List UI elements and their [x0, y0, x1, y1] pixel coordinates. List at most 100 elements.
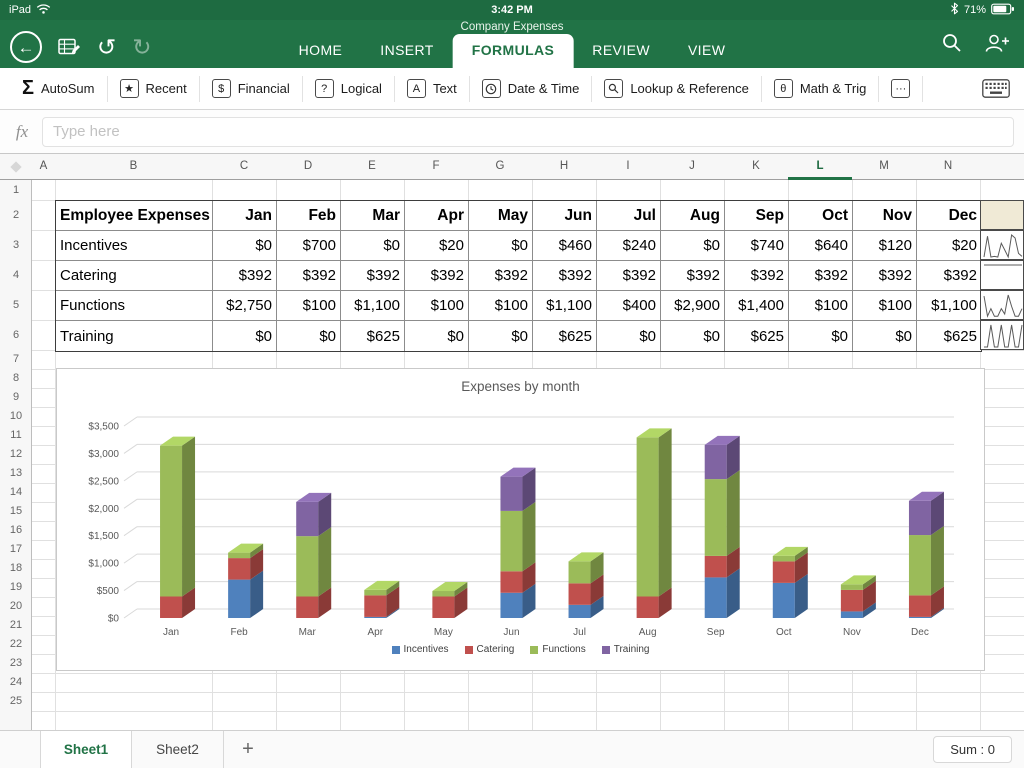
row-header-23[interactable]: 23 [0, 654, 32, 673]
table-cell[interactable]: Training [56, 321, 213, 351]
sparkline-cell[interactable] [980, 260, 1024, 290]
table-cell[interactable]: Oct [789, 201, 853, 231]
table-cell[interactable]: $625 [533, 321, 597, 351]
column-header-L[interactable]: L [788, 154, 852, 180]
table-cell[interactable]: $392 [341, 261, 405, 291]
table-cell[interactable]: $625 [725, 321, 789, 351]
table-cell[interactable]: $0 [405, 321, 469, 351]
ribbon-tab-view[interactable]: VIEW [669, 34, 744, 68]
sheet-tab-sheet2[interactable]: Sheet2 [132, 731, 224, 768]
row-header-12[interactable]: 12 [0, 445, 32, 464]
row-header-24[interactable]: 24 [0, 673, 32, 692]
row-header-22[interactable]: 22 [0, 635, 32, 654]
table-cell[interactable]: $1,100 [341, 291, 405, 321]
function-button-more-functions[interactable]: ··· [879, 68, 922, 109]
column-header-H[interactable]: H [532, 154, 596, 180]
table-cell[interactable]: May [469, 201, 533, 231]
row-header-11[interactable]: 11 [0, 426, 32, 445]
table-cell[interactable]: $100 [853, 291, 917, 321]
function-button-autosum[interactable]: ΣAutoSum [10, 68, 107, 109]
table-cell[interactable]: Sep [725, 201, 789, 231]
row-header-16[interactable]: 16 [0, 521, 32, 540]
column-header-G[interactable]: G [468, 154, 532, 180]
table-cell[interactable]: $0 [597, 321, 661, 351]
column-header-K[interactable]: K [724, 154, 788, 180]
table-cell[interactable]: $700 [277, 231, 341, 261]
table-cell[interactable]: $0 [341, 231, 405, 261]
back-button[interactable]: ← [10, 31, 42, 63]
table-cell[interactable]: $20 [405, 231, 469, 261]
table-cell[interactable]: Nov [853, 201, 917, 231]
sparkline-cell[interactable] [980, 290, 1024, 320]
column-header-E[interactable]: E [340, 154, 404, 180]
table-cell[interactable]: $2,750 [213, 291, 277, 321]
formula-input[interactable] [42, 117, 1014, 147]
table-cell[interactable]: $392 [533, 261, 597, 291]
add-sheet-button[interactable]: + [224, 731, 272, 768]
row-header-14[interactable]: 14 [0, 483, 32, 502]
table-cell[interactable]: $0 [789, 321, 853, 351]
function-button-date-time[interactable]: Date & Time [470, 68, 592, 109]
table-cell[interactable]: $0 [213, 231, 277, 261]
table-cell[interactable]: Jan [213, 201, 277, 231]
row-header-21[interactable]: 21 [0, 616, 32, 635]
table-cell[interactable]: $392 [789, 261, 853, 291]
table-cell[interactable]: Incentives [56, 231, 213, 261]
row-header-15[interactable]: 15 [0, 502, 32, 521]
table-cell[interactable]: $625 [341, 321, 405, 351]
function-button-lookup-reference[interactable]: Lookup & Reference [592, 68, 761, 109]
sheet-tab-sheet1[interactable]: Sheet1 [40, 731, 132, 768]
row-header-19[interactable]: 19 [0, 578, 32, 597]
table-cell[interactable]: $100 [405, 291, 469, 321]
table-cell[interactable]: $100 [789, 291, 853, 321]
table-cell[interactable]: $100 [469, 291, 533, 321]
table-cell[interactable]: $0 [661, 231, 725, 261]
column-header-M[interactable]: M [852, 154, 916, 180]
row-header-9[interactable]: 9 [0, 388, 32, 407]
sparkline-cell[interactable] [980, 230, 1024, 260]
function-button-logical[interactable]: ?Logical [303, 68, 394, 109]
keyboard-button[interactable] [978, 79, 1014, 98]
sum-indicator[interactable]: Sum : 0 [933, 736, 1012, 763]
function-button-text[interactable]: AText [395, 68, 469, 109]
spreadsheet-grid[interactable]: ABCDEFGHIJKLMN12345678910111213141516171… [0, 154, 1024, 730]
row-header-3[interactable]: 3 [0, 230, 32, 260]
column-header-A[interactable]: A [32, 154, 55, 180]
expenses-chart[interactable]: Expenses by month$0$500$1,000$1,500$2,00… [56, 368, 985, 671]
table-cell[interactable]: Catering [56, 261, 213, 291]
table-cell[interactable]: $0 [469, 231, 533, 261]
table-cell[interactable]: $392 [213, 261, 277, 291]
table-cell[interactable]: $1,100 [533, 291, 597, 321]
table-cell[interactable]: Feb [277, 201, 341, 231]
table-cell[interactable]: Jun [533, 201, 597, 231]
search-button[interactable] [941, 32, 963, 54]
row-header-10[interactable]: 10 [0, 407, 32, 426]
column-header-J[interactable]: J [660, 154, 724, 180]
table-cell[interactable]: $100 [277, 291, 341, 321]
row-header-20[interactable]: 20 [0, 597, 32, 616]
ribbon-tab-formulas[interactable]: FORMULAS [453, 34, 574, 68]
table-cell[interactable]: Jul [597, 201, 661, 231]
function-button-math-trig[interactable]: θMath & Trig [762, 68, 878, 109]
table-cell[interactable]: $400 [597, 291, 661, 321]
column-header-C[interactable]: C [212, 154, 276, 180]
table-cell[interactable]: $0 [213, 321, 277, 351]
redo-button[interactable]: ↻ [132, 36, 151, 59]
table-cell[interactable]: $740 [725, 231, 789, 261]
row-header-4[interactable]: 4 [0, 260, 32, 290]
table-cell[interactable]: $392 [853, 261, 917, 291]
row-header-7[interactable]: 7 [0, 350, 32, 369]
table-cell[interactable]: $392 [469, 261, 533, 291]
ribbon-tab-review[interactable]: REVIEW [573, 34, 669, 68]
table-cell[interactable]: $460 [533, 231, 597, 261]
add-people-button[interactable] [983, 32, 1010, 54]
column-header-N[interactable]: N [916, 154, 980, 180]
column-header-I[interactable]: I [596, 154, 660, 180]
table-cell[interactable]: $0 [661, 321, 725, 351]
row-header-13[interactable]: 13 [0, 464, 32, 483]
row-header-2[interactable]: 2 [0, 200, 32, 230]
table-cell[interactable]: $1,400 [725, 291, 789, 321]
function-button-recent[interactable]: ★Recent [108, 68, 199, 109]
table-cell[interactable]: $1,100 [917, 291, 981, 321]
table-cell[interactable]: $392 [661, 261, 725, 291]
